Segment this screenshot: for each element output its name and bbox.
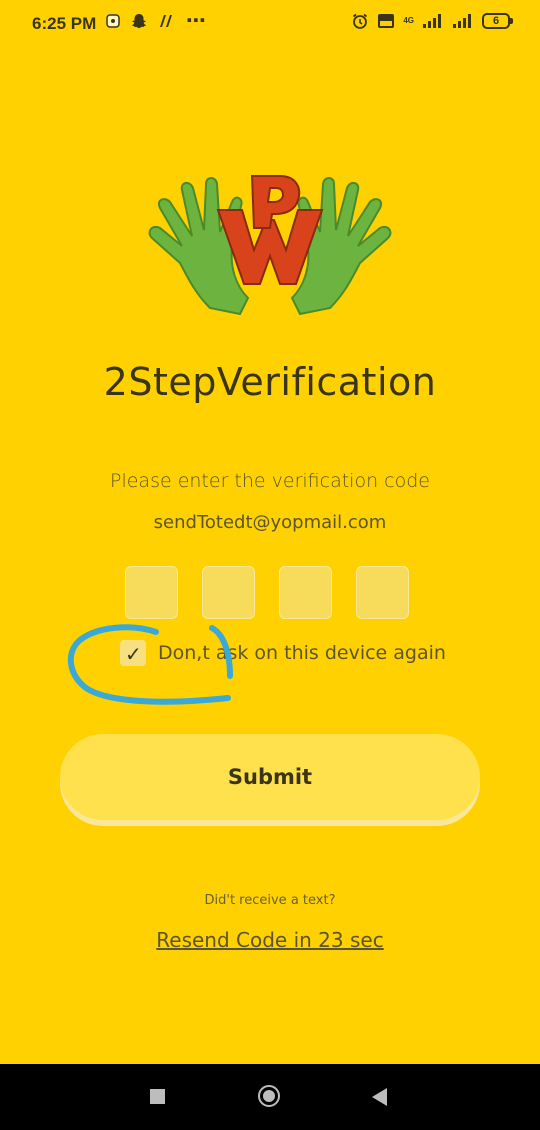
- signal-icon: [453, 14, 471, 28]
- app-icon: [160, 15, 172, 27]
- battery-icon: 6: [482, 13, 513, 29]
- code-input-3[interactable]: [279, 566, 332, 619]
- snapchat-icon: [132, 14, 146, 29]
- annotation-scribble: [68, 624, 233, 705]
- status-time: 6:25 PM: [32, 14, 97, 33]
- resend-code-link[interactable]: Resend Code in 23 sec: [0, 928, 540, 952]
- page-title: 2StepVerification: [103, 360, 437, 404]
- no-text-prompt: Did't receive a text?: [204, 893, 336, 908]
- status-left-icons: [106, 12, 174, 30]
- network-type-label: 4G: [403, 16, 414, 25]
- notification-icon: [106, 14, 120, 28]
- code-input-4[interactable]: [356, 566, 409, 619]
- alarm-icon: [353, 13, 368, 29]
- home-icon[interactable]: [258, 1085, 280, 1107]
- instruction-text: Please enter the verification code: [110, 470, 430, 492]
- logo-letter-p: [250, 175, 301, 229]
- status-right-icons: 4G 6: [351, 12, 513, 30]
- app-logo: [148, 175, 392, 316]
- submit-button[interactable]: Submit: [60, 734, 480, 820]
- overflow-dots: ⋯: [186, 8, 207, 32]
- recent-apps-icon[interactable]: [150, 1089, 165, 1104]
- back-icon[interactable]: [372, 1088, 387, 1106]
- volte-icon: [378, 14, 395, 28]
- status-bar: 6:25 PM ⋯ 4G 6: [0, 0, 540, 48]
- email-address: sendTotedt@yopmail.com: [153, 512, 387, 533]
- code-input-2[interactable]: [202, 566, 255, 619]
- code-input-1[interactable]: [125, 566, 178, 619]
- signal-4g-icon: [423, 14, 441, 28]
- code-input-row: [125, 566, 409, 619]
